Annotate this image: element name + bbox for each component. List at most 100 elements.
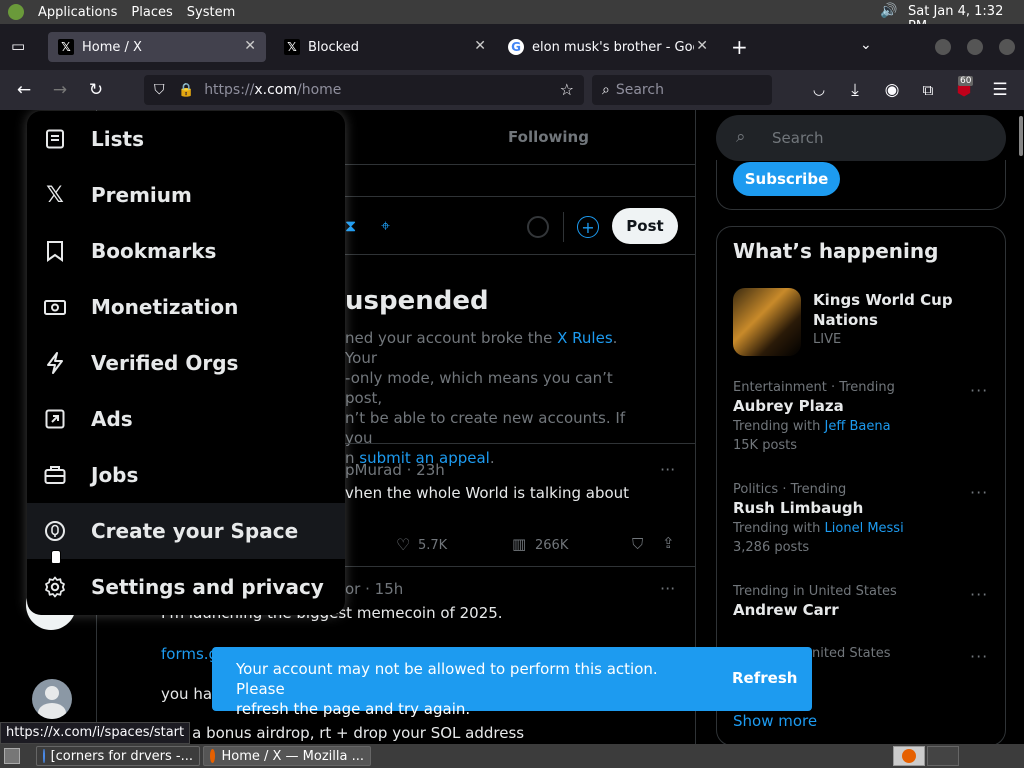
menu-item-label: Create your Space [91,519,299,543]
window-minimize-icon[interactable] [935,39,951,55]
trend-more-icon[interactable]: ··· [970,483,988,502]
close-tab-icon[interactable]: ✕ [696,38,708,54]
views-icon[interactable]: ▥ [512,535,526,553]
show-more-link[interactable]: Show more [733,712,817,730]
post-button[interactable]: Post [612,208,678,244]
trend-event-live: LIVE [813,332,842,347]
browser-search-input[interactable]: ⌕ Search [592,75,772,105]
add-post-icon[interactable]: + [577,216,599,238]
trend-more-icon[interactable]: ··· [970,585,988,604]
share-icon[interactable]: ⇪ [662,534,675,552]
lightning-icon [43,351,67,375]
tab-blocked[interactable]: 𝕏 Blocked ✕ [274,32,496,62]
tab-google-search[interactable]: G elon musk's brother - Googl ✕ [498,32,718,62]
trend-item[interactable]: Entertainment · Trending Aubrey Plaza Tr… [733,380,993,453]
taskbar-item-chromium[interactable]: [corners for drvers -... [36,746,200,766]
bookmark-post-icon[interactable]: ⛉ [632,535,643,553]
url-bar[interactable]: ⛉ 🔒 https://x.com/home ☆ [144,75,584,105]
tab-overflow-chevron-icon[interactable]: ⌄ [860,37,872,53]
tab-following[interactable]: Following [508,128,589,146]
new-tab-icon[interactable]: + [731,35,748,59]
suspended-text: ned your account broke the [345,329,558,347]
notice-divider [345,443,695,444]
system-menu[interactable]: System [187,5,235,20]
search-icon: ⌕ [736,127,746,147]
workspace-switcher[interactable] [893,746,925,766]
taskbar-item-firefox[interactable]: Home / X — Mozilla ... [203,746,371,766]
menu-item-ads[interactable]: Ads [27,391,345,447]
tab-label: Home / X [82,39,142,55]
x-rules-link[interactable]: X Rules [557,329,613,347]
trend-item[interactable]: nited States [812,646,972,661]
trend-event[interactable]: Kings World Cup Nations LIVE [813,290,983,347]
menu-item-label: Ads [91,407,133,431]
show-desktop-icon[interactable] [4,748,20,764]
like-icon[interactable]: ♡ [396,535,410,554]
window-maximize-icon[interactable] [967,39,983,55]
sidebar-search-input[interactable]: ⌕ Search [716,115,1006,161]
trend-name: Andrew Carr [733,601,839,619]
forward-button[interactable]: → [48,78,72,102]
bookmark-star-icon[interactable]: ☆ [560,80,574,99]
menu-item-premium[interactable]: 𝕏 Premium [27,167,345,223]
window-close-icon[interactable] [999,39,1015,55]
page-scrollbar[interactable] [1018,110,1024,744]
suspended-body: ned your account broke the X Rules. Your… [345,328,645,468]
post-author[interactable]: pMurad · 23h [345,461,445,479]
pocket-icon[interactable]: ◡ [807,78,831,102]
trend-item[interactable]: Trending in United States Andrew Carr [733,584,993,619]
compose-bottom-divider [345,254,695,255]
applications-menu[interactable]: Applications [38,5,117,20]
trend-item[interactable]: Politics · Trending Rush Limbaugh Trendi… [733,482,993,555]
volume-icon[interactable]: 🔊 [880,3,897,19]
schedule-icon[interactable]: ⧗ [345,216,356,236]
workspace-switcher-secondary[interactable] [927,746,959,766]
url-path: /home [297,82,342,98]
trend-with-link[interactable]: Lionel Messi [825,521,904,536]
x-favicon-icon: 𝕏 [284,39,300,55]
trend-with-link[interactable]: Jeff Baena [825,419,891,434]
account-icon[interactable]: ◉ [880,78,904,102]
url-domain: x.com [254,82,298,98]
post-author[interactable]: or · 15h [345,580,403,598]
tab-list-icon[interactable]: ▭ [11,37,25,55]
close-tab-icon[interactable]: ✕ [244,38,256,54]
extensions-icon[interactable]: ⧉ [916,78,940,102]
avatar[interactable] [32,679,72,719]
subscribe-button[interactable]: Subscribe [733,162,840,196]
firefox-icon [210,749,216,763]
list-icon [43,127,67,151]
tab-label: Blocked [308,39,359,55]
back-button[interactable]: ← [12,78,36,102]
post-more-icon[interactable]: ··· [660,579,675,598]
lock-icon[interactable]: 🔒 [178,83,194,98]
tab-home-x[interactable]: 𝕏 Home / X ✕ [48,32,266,62]
menu-item-create-space[interactable]: Create your Space [27,503,345,559]
post-link[interactable]: forms.g [161,645,218,663]
search-icon: ⌕ [602,82,610,98]
distro-logo-icon[interactable] [8,4,24,20]
trend-more-icon[interactable]: ··· [970,381,988,400]
menu-item-label: Settings and privacy [91,575,324,599]
hamburger-menu-icon[interactable]: ☰ [988,78,1012,102]
downloads-icon[interactable]: ⤓ [843,78,867,102]
menu-item-lists[interactable]: Lists [27,111,345,167]
premium-card: Subscribe [716,160,1006,210]
trend-more-icon[interactable]: ··· [970,647,988,666]
header-divider [345,164,695,165]
menu-item-bookmarks[interactable]: Bookmarks [27,223,345,279]
trend-image[interactable] [733,288,801,356]
toast-message-line: Your account may not be allowed to perfo… [236,660,658,698]
location-icon[interactable]: ⌖ [381,216,390,236]
menu-item-settings[interactable]: Settings and privacy [27,559,345,615]
menu-item-monetization[interactable]: Monetization [27,279,345,335]
reload-button[interactable]: ↻ [84,78,108,102]
close-tab-icon[interactable]: ✕ [474,38,486,54]
shield-icon[interactable]: ⛉ [154,82,168,98]
suspended-text: -only mode, which means you can’t post, [345,369,613,407]
menu-item-jobs[interactable]: Jobs [27,447,345,503]
menu-item-verified-orgs[interactable]: Verified Orgs [27,335,345,391]
post-more-icon[interactable]: ··· [660,460,675,479]
places-menu[interactable]: Places [131,5,172,20]
refresh-button[interactable]: Refresh [732,669,797,687]
